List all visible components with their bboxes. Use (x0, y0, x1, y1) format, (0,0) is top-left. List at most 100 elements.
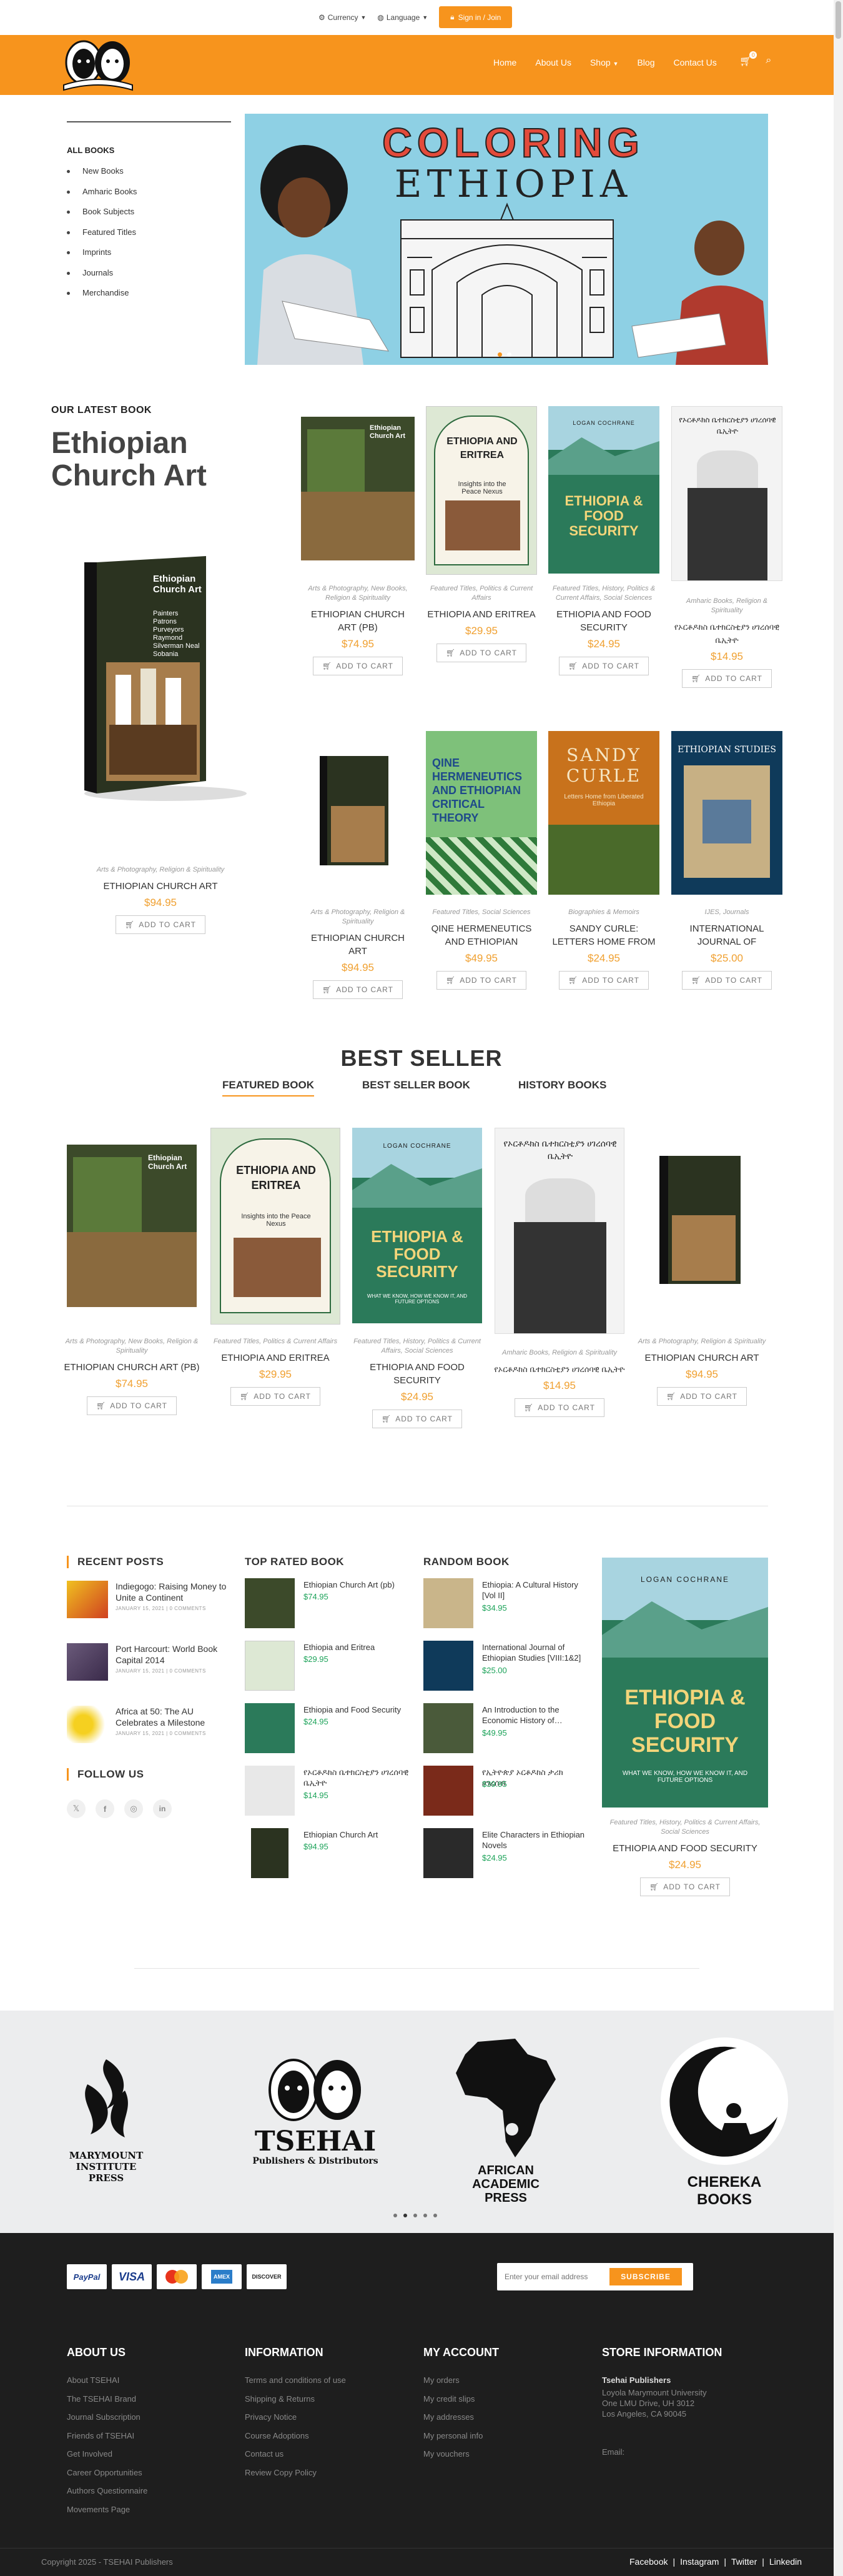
hero-banner[interactable]: COLORING ETHIOPIA (245, 114, 768, 365)
mini-product-name[interactable]: Elite Characters in Ethiopian Novels (482, 1829, 588, 1851)
footer-link[interactable]: My orders (423, 2375, 586, 2394)
book-cover-ethiopia-eritrea[interactable]: ETHIOPIA AND ERITREA Insights into the P… (210, 1128, 340, 1325)
mini-product[interactable]: Ethiopian Church Art $94.95 (245, 1828, 407, 1882)
scrollbar-thumb[interactable] (836, 1, 841, 39)
book-cover-church-art[interactable] (320, 756, 392, 868)
sidebar-item-amharic-books[interactable]: Amharic Books (67, 187, 229, 207)
product-name[interactable]: ETHIOPIAN CHURCH ART (67, 880, 254, 893)
footer-link[interactable]: Shipping & Returns (245, 2394, 407, 2413)
tab-featured-book[interactable]: FEATURED BOOK (222, 1079, 315, 1097)
mini-product[interactable]: Ethiopia and Food Security $24.95 (245, 1703, 407, 1757)
add-to-cart-button[interactable]: 🛒︎ ADD TO CART (230, 1387, 320, 1406)
carousel-dot[interactable] (433, 2214, 437, 2217)
carousel-dot[interactable] (393, 2214, 397, 2217)
add-to-cart-button[interactable]: 🛒︎ ADD TO CART (436, 644, 526, 662)
book-cover-ethiopia-eritrea[interactable]: ETHIOPIA AND ERITREA Insights into the P… (426, 406, 537, 575)
site-logo[interactable] (51, 37, 145, 92)
tab-history-books[interactable]: HISTORY BOOKS (518, 1079, 606, 1092)
footer-link[interactable]: My credit slips (423, 2394, 586, 2413)
partner-logo-african-academic-press[interactable]: AFRICAN ACADEMIC PRESS (453, 2036, 559, 2205)
cart-icon[interactable]: 🛒︎ 0 (739, 51, 757, 67)
book-cover-amharic[interactable]: የኦርቶዶክስ ቤተክርስቲያን ሀገረሰባዊ ቤኢትዮ (495, 1128, 624, 1334)
carousel-dot[interactable] (423, 2214, 427, 2217)
book-cover-sandy-curle[interactable]: SANDY CURLE Letters Home from Liberated … (548, 731, 659, 895)
book-cover-food-security[interactable]: LOGAN COCHRANE ETHIOPIA & FOOD SECURITY (548, 406, 659, 574)
nav-about[interactable]: About Us (535, 57, 571, 67)
tab-best-seller-book[interactable]: BEST SELLER BOOK (362, 1079, 470, 1092)
product-name[interactable]: ETHIOPIAN CHURCH ART (633, 1351, 771, 1365)
nav-shop[interactable]: Shop ▼ (590, 57, 619, 67)
add-to-cart-button[interactable]: 🛒︎ ADD TO CART (682, 971, 772, 990)
footer-link[interactable]: My addresses (423, 2412, 586, 2431)
footer-link[interactable]: Movements Page (67, 2505, 229, 2524)
footer-link[interactable]: Friends of TSEHAI (67, 2431, 229, 2450)
footer-instagram-link[interactable]: Instagram (680, 2557, 719, 2567)
mini-product-name[interactable]: An Introduction to the Economic History … (482, 1704, 588, 1726)
product-name[interactable]: ETHIOPIA AND ERITREA (426, 608, 537, 621)
book-cover-ijes[interactable]: ETHIOPIAN STUDIES (671, 731, 782, 895)
partner-logo-marymount[interactable]: MARYMOUNT INSTITUTE PRESS (56, 2053, 156, 2184)
add-to-cart-button[interactable]: 🛒︎ ADD TO CART (515, 1398, 604, 1417)
footer-linkedin-link[interactable]: Linkedin (769, 2557, 802, 2567)
mini-product[interactable]: Ethiopia: A Cultural History [Vol II] $3… (423, 1578, 586, 1632)
footer-link[interactable]: Privacy Notice (245, 2412, 407, 2431)
product-name[interactable]: ETHIOPIA AND FOOD SECURITY (548, 608, 659, 634)
book-cover-qine[interactable]: QINE HERMENEUTICS AND ETHIOPIAN CRITICAL… (426, 731, 537, 895)
add-to-cart-button[interactable]: 🛒︎ ADD TO CART (682, 669, 772, 688)
facebook-icon[interactable]: f (96, 1799, 114, 1818)
instagram-icon[interactable]: ◎ (124, 1799, 143, 1818)
book-cover-church-art-pb[interactable]: Ethiopian Church Art (301, 417, 415, 560)
add-to-cart-button[interactable]: 🛒︎ ADD TO CART (436, 971, 526, 990)
banner-dot[interactable] (507, 352, 511, 357)
book-cover-church-art[interactable] (659, 1156, 744, 1287)
add-to-cart-button[interactable]: 🛒︎ ADD TO CART (87, 1396, 177, 1415)
sidebar-item-featured-titles[interactable]: Featured Titles (67, 227, 229, 248)
language-selector[interactable]: ◍ Language ▼ (377, 13, 428, 22)
footer-link[interactable]: Review Copy Policy (245, 2468, 407, 2487)
sidebar-item-book-subjects[interactable]: Book Subjects (67, 207, 229, 227)
signin-button[interactable]: 🔒︎ Sign in / Join (439, 6, 513, 28)
mini-product[interactable]: Ethiopia and Eritrea $29.95 (245, 1641, 407, 1694)
footer-link[interactable]: The TSEHAI Brand (67, 2394, 229, 2413)
post-item[interactable]: Africa at 50: The AU Celebrates a Milest… (67, 1706, 235, 1749)
footer-link[interactable]: Career Opportunities (67, 2468, 229, 2487)
scrollbar-track[interactable] (834, 0, 843, 2576)
footer-link[interactable]: My personal info (423, 2431, 586, 2450)
add-to-cart-button[interactable]: 🛒︎ ADD TO CART (313, 657, 403, 675)
partner-logo-tsehai[interactable]: TSEHAI Publishers & Distributors (250, 2056, 381, 2181)
add-to-cart-button[interactable]: 🛒︎ ADD TO CART (559, 657, 649, 675)
add-to-cart-button[interactable]: 🛒︎ ADD TO CART (559, 971, 649, 990)
product-name[interactable]: ETHIOPIA AND FOOD SECURITY (602, 1842, 768, 1855)
subscribe-button[interactable]: SUBSCRIBE (609, 2268, 682, 2285)
post-item[interactable]: Port Harcourt: World Book Capital 2014 J… (67, 1643, 235, 1687)
product-name[interactable]: ETHIOPIA AND ERITREA (206, 1351, 345, 1365)
linkedin-icon[interactable]: in (153, 1799, 172, 1818)
add-to-cart-button[interactable]: 🛒︎ ADD TO CART (640, 1877, 730, 1896)
product-name[interactable]: የኦርቶዶክስ ቤተክርስቲያን ሀገረሰባዊ ቤኢትዮ (490, 1363, 629, 1376)
mini-product[interactable]: An Introduction to the Economic History … (423, 1703, 586, 1757)
post-title[interactable]: Port Harcourt: World Book Capital 2014 (116, 1643, 234, 1666)
book-cover-church-art-pb[interactable]: Ethiopian Church Art (67, 1145, 197, 1307)
mini-product-name[interactable]: የኦርቶዶክስ ቤተክርስቲያን ሀገረሰባዊ ቤኢትዮ (303, 1767, 410, 1788)
footer-link[interactable]: My vouchers (423, 2449, 586, 2468)
sidebar-item-imprints[interactable]: Imprints (67, 247, 229, 268)
sidebar-item-new-books[interactable]: New Books (67, 166, 229, 187)
book-cover-amharic[interactable]: የኦርቶዶክስ ቤተክርስቲያን ሀገረሰባዊ ቤኢትዮ (671, 406, 782, 581)
nav-blog[interactable]: Blog (637, 57, 654, 67)
add-to-cart-button[interactable]: 🛒︎ ADD TO CART (313, 980, 403, 999)
twitter-icon[interactable]: 𝕏 (67, 1799, 86, 1818)
nav-contact[interactable]: Contact Us (674, 57, 717, 67)
mini-product-name[interactable]: Ethiopia: A Cultural History [Vol II] (482, 1579, 588, 1601)
add-to-cart-button[interactable]: 🛒︎ ADD TO CART (116, 915, 205, 934)
product-name[interactable]: የኦርቶዶክስ ቤተክርስቲያን ሀገረሰባዊ ቤኢትዮ (671, 620, 782, 647)
product-name[interactable]: ETHIOPIAN CHURCH ART (PB) (62, 1361, 201, 1374)
footer-link[interactable]: Contact us (245, 2449, 407, 2468)
mini-product[interactable]: Elite Characters in Ethiopian Novels $24… (423, 1828, 586, 1882)
footer-link[interactable]: Terms and conditions of use (245, 2375, 407, 2394)
sidebar-item-journals[interactable]: Journals (67, 268, 229, 289)
newsletter-email-input[interactable] (505, 2270, 611, 2283)
latest-book-cover[interactable]: Ethiopian Church Art Painters Patrons Pu… (72, 544, 250, 806)
product-name[interactable]: INTERNATIONAL JOURNAL OF (671, 922, 782, 948)
sidebar-item-merchandise[interactable]: Merchandise (67, 288, 229, 309)
add-to-cart-button[interactable]: 🛒︎ ADD TO CART (657, 1387, 747, 1406)
